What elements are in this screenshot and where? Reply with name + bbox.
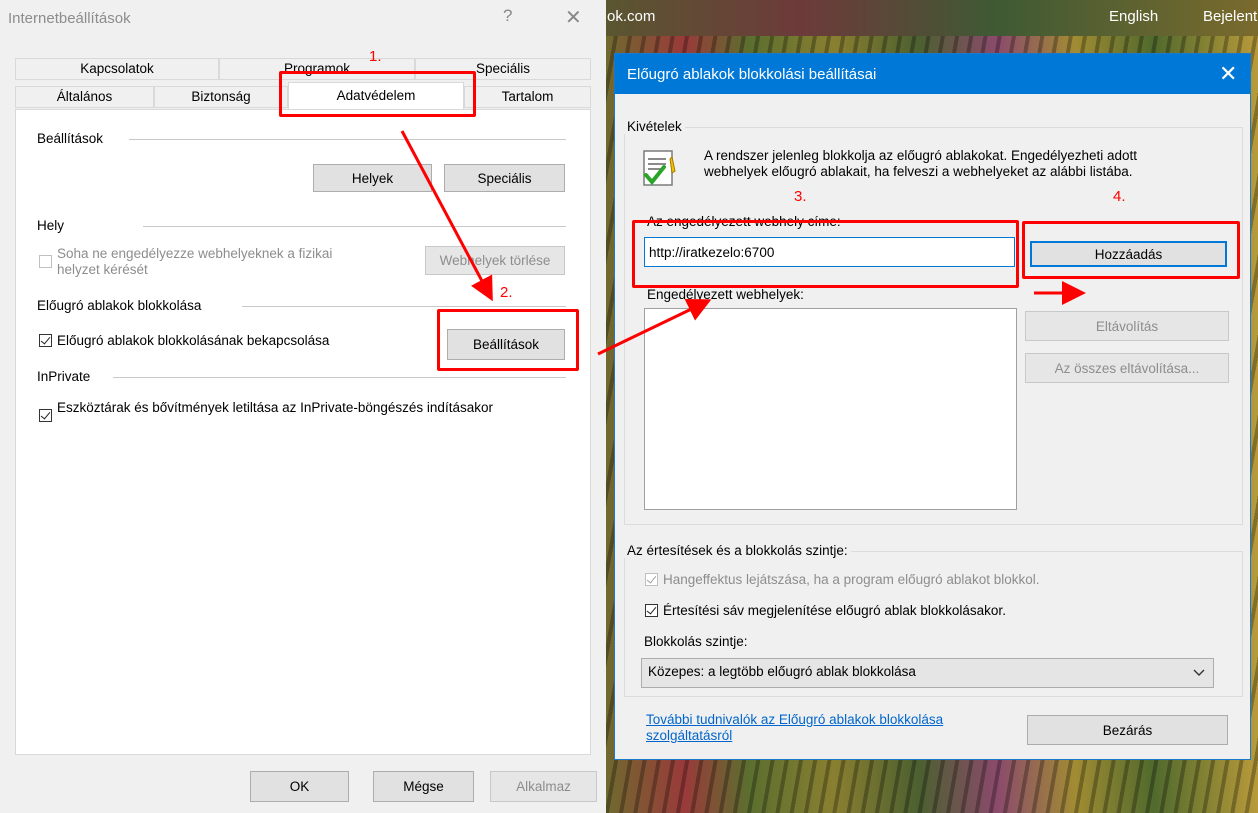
clear-sites-button[interactable]: Webhelyek törlése: [425, 246, 565, 275]
tab-general[interactable]: Általános: [15, 86, 154, 108]
advanced-button[interactable]: Speciális: [444, 164, 565, 192]
sound-checkbox-label: Hangeffektus lejátszása, ha a program el…: [663, 572, 1040, 587]
info-text: A rendszer jelenleg blokkolja az előugró…: [704, 148, 1138, 179]
tab-security[interactable]: Biztonság: [154, 86, 288, 108]
blocking-level-select[interactable]: Közepes: a legtöbb előugró ablak blokkol…: [641, 658, 1214, 688]
sound-checkbox[interactable]: [645, 573, 658, 586]
annotation-label-1: 1.: [369, 48, 382, 65]
chevron-down-icon: [1193, 666, 1205, 681]
location-checkbox-label: Soha ne engedélyezze webhelyeknek a fizi…: [57, 246, 333, 277]
divider: [242, 306, 566, 307]
popup-blocker-checkbox[interactable]: [39, 334, 52, 347]
inprivate-checkbox[interactable]: [39, 409, 52, 422]
exceptions-group-title: Kivételek: [624, 119, 685, 134]
help-icon[interactable]: ?: [503, 6, 512, 26]
blocking-level-value: Közepes: a legtöbb előugró ablak blokkol…: [648, 664, 916, 679]
settings-section-title: Beállítások: [37, 131, 104, 146]
dialog-title: Internetbeállítások: [8, 10, 131, 27]
remove-button[interactable]: Eltávolítás: [1025, 311, 1229, 341]
popup-blocker-checkbox-label: Előugró ablakok blokkolásának bekapcsolá…: [57, 333, 330, 348]
privacy-tab-panel: Beállítások Helyek Speciális Hely Soha n…: [15, 109, 591, 755]
annotation-box-3: [632, 220, 1019, 288]
close-icon[interactable]: ✕: [565, 5, 582, 30]
notifications-group-title: Az értesítések és a blokkolás szintje:: [624, 543, 851, 558]
sites-button[interactable]: Helyek: [313, 164, 432, 192]
annotation-box-4: [1022, 221, 1240, 279]
language-link[interactable]: English: [1109, 8, 1158, 25]
annotation-label-3: 3.: [794, 188, 807, 205]
popup-blocker-settings-dialog: Előugró ablakok blokkolási beállításai ✕…: [614, 53, 1251, 760]
allowed-sites-list[interactable]: [644, 308, 1017, 510]
remove-all-button[interactable]: Az összes eltávolítása...: [1025, 353, 1229, 383]
internet-options-dialog: Internetbeállítások ? ✕ Kapcsolatok Prog…: [0, 0, 606, 813]
learn-more-link[interactable]: További tudnivalók az Előugró ablakok bl…: [646, 712, 966, 744]
tab-content[interactable]: Tartalom: [464, 86, 591, 108]
background-header: [606, 0, 1258, 36]
annotation-label-4: 4.: [1113, 188, 1126, 205]
inprivate-checkbox-label: Eszköztárak és bővítmények letiltása az …: [57, 400, 493, 415]
divider: [143, 226, 566, 227]
tab-privacy[interactable]: Adatvédelem: [288, 82, 464, 109]
location-section-title: Hely: [37, 218, 65, 233]
location-checkbox[interactable]: [39, 255, 52, 268]
tab-connections[interactable]: Kapcsolatok: [15, 58, 219, 80]
popup-section-title: Előugró ablakok blokkolása: [37, 298, 202, 313]
notification-bar-checkbox-label: Értesítési sáv megjelenítése előugró abl…: [663, 603, 1006, 618]
notification-bar-checkbox[interactable]: [645, 604, 658, 617]
inprivate-section-title: InPrivate: [37, 369, 91, 384]
document-checkmark-icon: [642, 149, 678, 194]
close-button[interactable]: Bezárás: [1027, 715, 1228, 745]
annotation-label-2: 2.: [500, 284, 513, 301]
annotation-box-2: [437, 309, 579, 371]
close-icon[interactable]: ✕: [1219, 61, 1237, 87]
divider: [113, 377, 566, 378]
login-link[interactable]: Bejelentkezés: [1203, 8, 1258, 25]
divider: [129, 139, 566, 140]
background-url-text: ok.com: [607, 8, 656, 25]
apply-button[interactable]: Alkalmaz: [490, 771, 597, 802]
ok-button[interactable]: OK: [250, 771, 349, 802]
dialog-title: Előugró ablakok blokkolási beállításai: [627, 66, 877, 83]
allowed-sites-label: Engedélyezett webhelyek:: [647, 287, 804, 302]
blocking-level-label: Blokkolás szintje:: [644, 634, 748, 649]
cancel-button[interactable]: Mégse: [373, 771, 474, 802]
